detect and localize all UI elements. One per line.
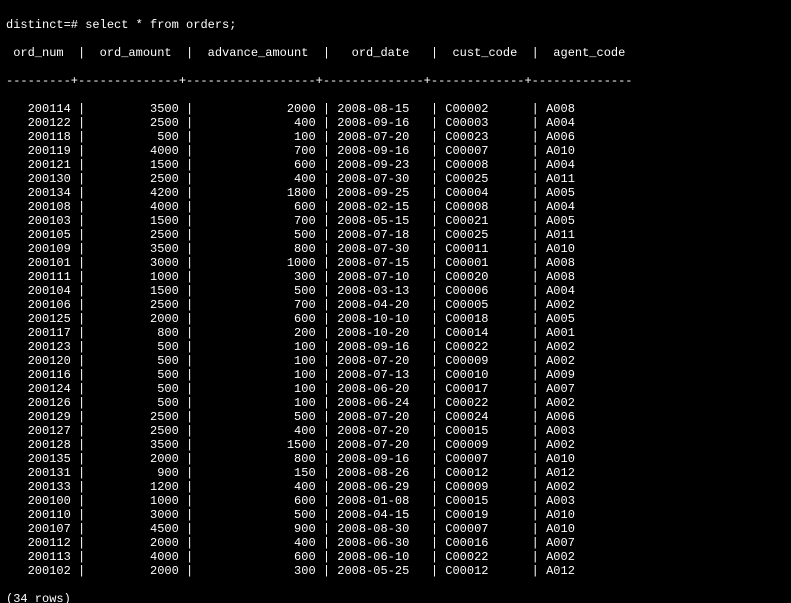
table-row: 200112 | 2000 | 400 | 2008-06-30 | C0001… xyxy=(6,536,785,550)
table-row: 200122 | 2500 | 400 | 2008-09-16 | C0000… xyxy=(6,116,785,130)
table-row: 200116 | 500 | 100 | 2008-07-13 | C00010… xyxy=(6,368,785,382)
terminal[interactable]: distinct=# select * from orders; ord_num… xyxy=(0,0,791,603)
table-row: 200103 | 1500 | 700 | 2008-05-15 | C0002… xyxy=(6,214,785,228)
table-row: 200124 | 500 | 100 | 2008-06-20 | C00017… xyxy=(6,382,785,396)
table-row: 200131 | 900 | 150 | 2008-08-26 | C00012… xyxy=(6,466,785,480)
table-row: 200135 | 2000 | 800 | 2008-09-16 | C0000… xyxy=(6,452,785,466)
table-row: 200101 | 3000 | 1000 | 2008-07-15 | C000… xyxy=(6,256,785,270)
table-row: 200100 | 1000 | 600 | 2008-01-08 | C0001… xyxy=(6,494,785,508)
table-row: 200111 | 1000 | 300 | 2008-07-10 | C0002… xyxy=(6,270,785,284)
table-row: 200129 | 2500 | 500 | 2008-07-20 | C0002… xyxy=(6,410,785,424)
table-row: 200107 | 4500 | 900 | 2008-08-30 | C0000… xyxy=(6,522,785,536)
table-row: 200113 | 4000 | 600 | 2008-06-10 | C0002… xyxy=(6,550,785,564)
table-row: 200117 | 800 | 200 | 2008-10-20 | C00014… xyxy=(6,326,785,340)
table-row: 200123 | 500 | 100 | 2008-09-16 | C00022… xyxy=(6,340,785,354)
table-row: 200106 | 2500 | 700 | 2008-04-20 | C0000… xyxy=(6,298,785,312)
table-row: 200118 | 500 | 100 | 2008-07-20 | C00023… xyxy=(6,130,785,144)
row-count: (34 rows) xyxy=(6,592,785,603)
table-row: 200130 | 2500 | 400 | 2008-07-30 | C0002… xyxy=(6,172,785,186)
table-row: 200108 | 4000 | 600 | 2008-02-15 | C0000… xyxy=(6,200,785,214)
table-row: 200134 | 4200 | 1800 | 2008-09-25 | C000… xyxy=(6,186,785,200)
table-row: 200104 | 1500 | 500 | 2008-03-13 | C0000… xyxy=(6,284,785,298)
table-header: ord_num | ord_amount | advance_amount | … xyxy=(6,46,785,60)
table-row: 200133 | 1200 | 400 | 2008-06-29 | C0000… xyxy=(6,480,785,494)
table-row: 200128 | 3500 | 1500 | 2008-07-20 | C000… xyxy=(6,438,785,452)
query-line: distinct=# select * from orders; xyxy=(6,18,785,32)
table-row: 200125 | 2000 | 600 | 2008-10-10 | C0001… xyxy=(6,312,785,326)
table-row: 200109 | 3500 | 800 | 2008-07-30 | C0001… xyxy=(6,242,785,256)
table-row: 200121 | 1500 | 600 | 2008-09-23 | C0000… xyxy=(6,158,785,172)
table-separator: ---------+--------------+---------------… xyxy=(6,74,785,88)
table-row: 200114 | 3500 | 2000 | 2008-08-15 | C000… xyxy=(6,102,785,116)
table-row: 200119 | 4000 | 700 | 2008-09-16 | C0000… xyxy=(6,144,785,158)
table-row: 200110 | 3000 | 500 | 2008-04-15 | C0001… xyxy=(6,508,785,522)
query-text: select * from orders; xyxy=(85,18,236,32)
table-row: 200120 | 500 | 100 | 2008-07-20 | C00009… xyxy=(6,354,785,368)
prompt: distinct=# xyxy=(6,18,85,32)
table-row: 200102 | 2000 | 300 | 2008-05-25 | C0001… xyxy=(6,564,785,578)
table-row: 200105 | 2500 | 500 | 2008-07-18 | C0002… xyxy=(6,228,785,242)
table-row: 200126 | 500 | 100 | 2008-06-24 | C00022… xyxy=(6,396,785,410)
table-row: 200127 | 2500 | 400 | 2008-07-20 | C0001… xyxy=(6,424,785,438)
